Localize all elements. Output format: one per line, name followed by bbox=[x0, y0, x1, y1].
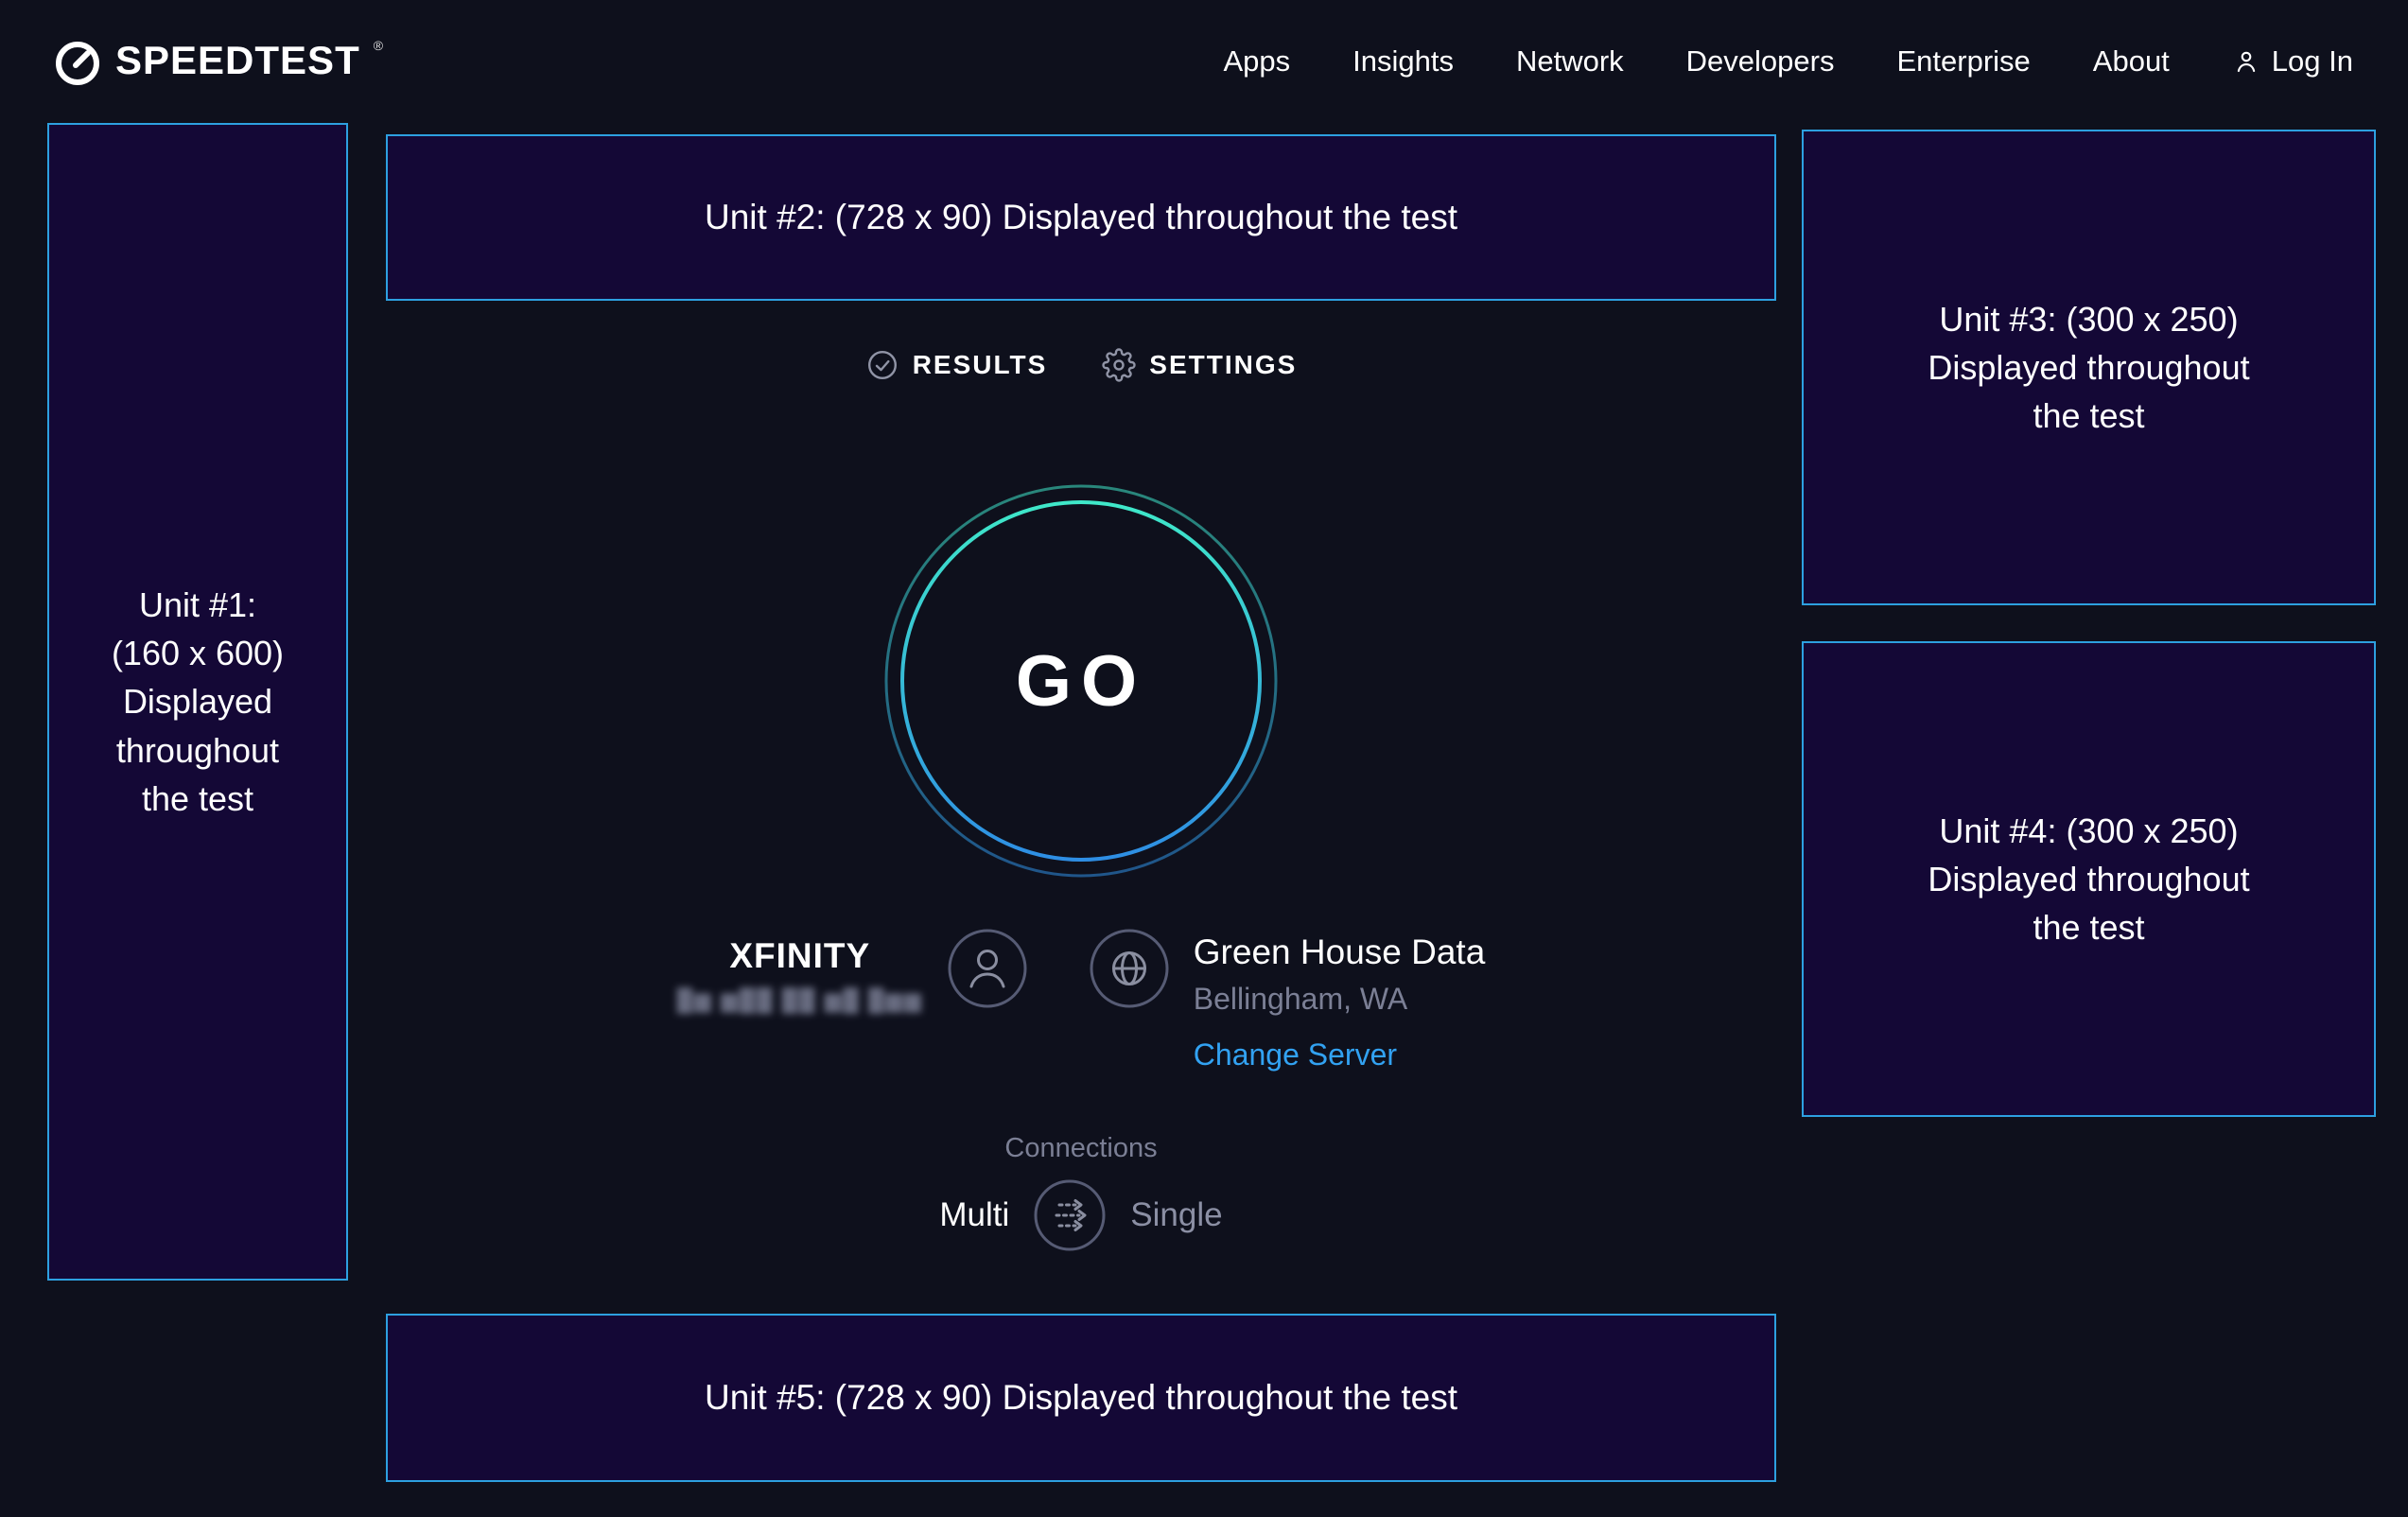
tab-results-label: RESULTS bbox=[913, 350, 1048, 380]
nav-item-developers[interactable]: Developers bbox=[1686, 44, 1835, 78]
logo-text: SPEEDTEST bbox=[115, 36, 360, 85]
nav-item-enterprise[interactable]: Enterprise bbox=[1896, 44, 2030, 78]
logo-trademark: ® bbox=[374, 36, 383, 55]
isp-detail-redacted: █▆ ▆██ ██ ▆█ █▆▆ bbox=[677, 987, 923, 1013]
connections-label: Connections bbox=[386, 1133, 1776, 1164]
right-ad-column: Unit #3: (300 x 250) Displayed throughou… bbox=[1802, 123, 2376, 1117]
header: SPEEDTEST ® Apps Insights Network Develo… bbox=[0, 0, 2408, 123]
connections-row: Multi Single bbox=[386, 1179, 1776, 1251]
connection-mode-single[interactable]: Single bbox=[1130, 1196, 1222, 1234]
go-button[interactable]: GO bbox=[882, 482, 1280, 880]
tab-settings-label: SETTINGS bbox=[1149, 350, 1297, 380]
tab-results[interactable]: RESULTS bbox=[865, 348, 1048, 382]
left-ad-column: Unit #1: (160 x 600) Displayed throughou… bbox=[47, 123, 348, 1281]
center-column: Unit #2: (728 x 90) Displayed throughout… bbox=[386, 123, 1776, 1482]
ad-unit-1[interactable]: Unit #1: (160 x 600) Displayed throughou… bbox=[47, 123, 348, 1281]
server-globe-icon bbox=[1090, 929, 1169, 1013]
go-button-label: GO bbox=[1016, 641, 1146, 722]
main-content: Unit #1: (160 x 600) Displayed throughou… bbox=[0, 123, 2408, 1482]
connection-mode-multi[interactable]: Multi bbox=[939, 1196, 1009, 1234]
isp-name: XFINITY bbox=[677, 936, 923, 976]
isp-user-icon bbox=[948, 929, 1027, 1013]
speedometer-icon bbox=[53, 36, 102, 87]
ad-unit-3-text: Unit #3: (300 x 250) Displayed throughou… bbox=[1928, 295, 2249, 440]
ad-unit-2-text: Unit #2: (728 x 90) Displayed throughout… bbox=[705, 193, 1457, 243]
check-circle-icon bbox=[865, 348, 899, 382]
speedtest-logo[interactable]: SPEEDTEST ® bbox=[53, 36, 383, 87]
go-button-area: GO bbox=[386, 482, 1776, 880]
user-icon bbox=[2232, 47, 2260, 76]
login-button[interactable]: Log In bbox=[2232, 44, 2353, 78]
connections-section: Connections Multi bbox=[386, 1133, 1776, 1251]
main-nav: Apps Insights Network Developers Enterpr… bbox=[1223, 44, 2353, 78]
server-name: Green House Data bbox=[1194, 933, 1486, 972]
server-block: Green House Data Bellingham, WA Change S… bbox=[1194, 933, 1486, 1072]
ad-unit-5-text: Unit #5: (728 x 90) Displayed throughout… bbox=[705, 1373, 1457, 1423]
nav-item-about[interactable]: About bbox=[2093, 44, 2170, 78]
ad-unit-4[interactable]: Unit #4: (300 x 250) Displayed throughou… bbox=[1802, 641, 2376, 1117]
nav-item-apps[interactable]: Apps bbox=[1223, 44, 1290, 78]
provider-row: XFINITY █▆ ▆██ ██ ▆█ █▆▆ Gree bbox=[386, 929, 1776, 1072]
change-server-link[interactable]: Change Server bbox=[1194, 1037, 1397, 1072]
nav-item-insights[interactable]: Insights bbox=[1352, 44, 1454, 78]
multi-connection-arrows-icon bbox=[1034, 1179, 1106, 1251]
ad-unit-4-text: Unit #4: (300 x 250) Displayed throughou… bbox=[1928, 807, 2249, 951]
ad-unit-3[interactable]: Unit #3: (300 x 250) Displayed throughou… bbox=[1802, 130, 2376, 605]
tab-settings[interactable]: SETTINGS bbox=[1102, 348, 1297, 382]
connection-mode-toggle[interactable] bbox=[1034, 1179, 1106, 1251]
ad-unit-2[interactable]: Unit #2: (728 x 90) Displayed throughout… bbox=[386, 134, 1776, 301]
isp-block: XFINITY █▆ ▆██ ██ ▆█ █▆▆ bbox=[677, 936, 923, 1013]
gear-icon bbox=[1102, 348, 1136, 382]
ad-unit-5[interactable]: Unit #5: (728 x 90) Displayed throughout… bbox=[386, 1314, 1776, 1482]
tab-bar: RESULTS SETTINGS bbox=[386, 348, 1776, 382]
login-label: Log In bbox=[2272, 44, 2353, 78]
ad-unit-1-text: Unit #1: (160 x 600) Displayed throughou… bbox=[112, 581, 284, 823]
nav-item-network[interactable]: Network bbox=[1516, 44, 1624, 78]
server-location: Bellingham, WA bbox=[1194, 982, 1486, 1017]
